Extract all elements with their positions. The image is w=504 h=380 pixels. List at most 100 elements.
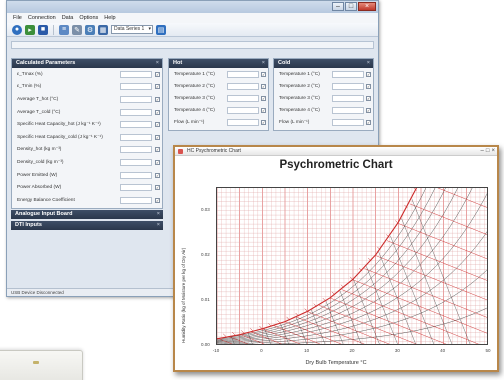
chart-plot-area[interactable] xyxy=(216,187,488,345)
parameter-label: ε_Tmin (%) xyxy=(17,84,42,90)
parameter-checkbox[interactable]: ✓ xyxy=(155,134,160,140)
parameter-value-field[interactable] xyxy=(120,133,152,141)
menu-data[interactable]: Data xyxy=(62,13,74,23)
minimize-button[interactable]: – xyxy=(332,2,344,11)
parameter-checkbox[interactable]: ✓ xyxy=(155,159,160,165)
parameter-checkbox[interactable]: ✓ xyxy=(155,71,160,77)
parameter-value-field[interactable] xyxy=(227,119,259,127)
table-icon[interactable]: ≡ xyxy=(59,24,69,35)
parameter-value-field[interactable] xyxy=(120,171,152,179)
settings-icon[interactable]: ✎ xyxy=(72,24,82,35)
y-tick-label: 0.03 xyxy=(201,206,210,212)
parameter-checkbox[interactable]: ✓ xyxy=(155,172,160,178)
maximize-button[interactable]: □ xyxy=(345,2,357,11)
parameter-label: Average T_cold (°C) xyxy=(17,109,61,115)
main-titlebar: – □ × xyxy=(7,1,378,13)
parameter-value-field[interactable] xyxy=(332,94,364,102)
parameter-value-field[interactable] xyxy=(227,82,259,90)
parameter-row: Temperature 2 (°C) ✓ xyxy=(169,80,268,92)
parameter-checkbox[interactable]: ✓ xyxy=(261,108,266,114)
parameter-value-field[interactable] xyxy=(332,70,364,78)
parameter-row: ε_Tmin (%) ✓ xyxy=(12,81,162,94)
close-button[interactable]: × xyxy=(358,2,376,11)
parameter-value-field[interactable] xyxy=(120,70,152,78)
parameter-value-field[interactable] xyxy=(332,107,364,115)
wet-bulb-line xyxy=(386,240,487,344)
close-button[interactable]: × xyxy=(491,148,495,154)
dti-inputs-panel[interactable]: DTI Inputs × xyxy=(11,221,163,230)
screenshot-stage: – □ × File Connection Data Options Help … xyxy=(0,0,504,380)
parameter-value-field[interactable] xyxy=(227,94,259,102)
parameter-checkbox[interactable]: ✓ xyxy=(366,95,371,101)
calculated-parameters-header[interactable]: Calculated Parameters × xyxy=(12,59,162,68)
x-tick-label: 0 xyxy=(260,348,263,353)
parameter-checkbox[interactable]: ✓ xyxy=(155,96,160,102)
parameter-value-field[interactable] xyxy=(120,95,152,103)
parameter-label: Specific Heat Capacity_cold (J kg⁻¹ K⁻¹) xyxy=(17,134,103,140)
parameter-checkbox[interactable]: ✓ xyxy=(155,197,160,203)
parameter-label: Temperature 1 (°C) xyxy=(279,71,320,77)
device-led xyxy=(33,361,39,364)
parameter-checkbox[interactable]: ✓ xyxy=(155,147,160,153)
parameter-label: Temperature 4 (°C) xyxy=(279,108,320,114)
enthalpy-scale-tick xyxy=(286,316,290,321)
parameter-value-field[interactable] xyxy=(120,108,152,116)
parameter-value-field[interactable] xyxy=(120,83,152,91)
menu-options[interactable]: Options xyxy=(79,13,98,23)
data-series-select[interactable]: Data Series 1 xyxy=(111,25,153,34)
settings-icon[interactable]: ⚙ xyxy=(85,24,95,35)
menu-file[interactable]: File xyxy=(13,13,22,23)
parameter-row: Energy Balance Coefficient ✓ xyxy=(12,194,162,207)
parameter-checkbox[interactable]: ✓ xyxy=(366,108,371,114)
open-icon[interactable]: ▸ xyxy=(25,24,35,35)
minimize-button[interactable]: – xyxy=(481,148,484,154)
parameter-value-field[interactable] xyxy=(332,119,364,127)
hot-panel-header[interactable]: Hot × xyxy=(169,59,268,68)
analogue-input-board-panel[interactable]: Analogue Input Board × xyxy=(11,210,163,219)
save-icon[interactable]: ■ xyxy=(38,24,48,35)
hot-panel: Hot × Temperature 1 (°C) ✓ Temperature 2 (°… xyxy=(168,58,269,131)
parameter-row: Specific Heat Capacity_cold (J kg⁻¹ K⁻¹)… xyxy=(12,131,162,144)
x-tick-label: 40 xyxy=(440,348,446,353)
parameter-label: ε_Tmax (%) xyxy=(17,71,43,77)
parameter-checkbox[interactable]: ✓ xyxy=(261,71,266,77)
parameter-checkbox[interactable]: ✓ xyxy=(261,83,266,89)
parameter-checkbox[interactable]: ✓ xyxy=(366,71,371,77)
parameter-row: Temperature 3 (°C) ✓ xyxy=(274,92,373,104)
panel-title: Analogue Input Board xyxy=(15,211,73,217)
enthalpy-scale-tick xyxy=(277,320,281,324)
chart-window: HC Psychrometric Chart – □ × Psychrometr… xyxy=(173,145,499,372)
menu-help[interactable]: Help xyxy=(104,13,115,23)
parameter-checkbox[interactable]: ✓ xyxy=(155,185,160,191)
x-tick-label: 10 xyxy=(304,348,310,353)
connect-icon[interactable]: ● xyxy=(12,24,22,35)
parameter-value-field[interactable] xyxy=(227,70,259,78)
parameter-value-field[interactable] xyxy=(332,82,364,90)
maximize-button[interactable]: □ xyxy=(486,148,490,154)
parameter-checkbox[interactable]: ✓ xyxy=(155,122,160,128)
parameter-value-field[interactable] xyxy=(120,146,152,154)
menu-connection[interactable]: Connection xyxy=(28,13,56,23)
panel-title: DTI Inputs xyxy=(15,222,42,228)
parameter-label: Density_cold (kg m⁻³) xyxy=(17,159,64,165)
parameter-label: Temperature 1 (°C) xyxy=(174,71,215,77)
panel-title: Calculated Parameters xyxy=(16,60,76,66)
parameter-value-field[interactable] xyxy=(120,196,152,204)
x-tick-label: 50 xyxy=(485,348,491,353)
chart-icon[interactable]: ▤ xyxy=(156,24,166,35)
parameter-label: Flow (L min⁻¹) xyxy=(174,120,205,126)
parameter-value-field[interactable] xyxy=(120,158,152,166)
parameter-checkbox[interactable]: ✓ xyxy=(261,95,266,101)
parameter-checkbox[interactable]: ✓ xyxy=(155,109,160,115)
grid-icon[interactable]: ▦ xyxy=(98,24,108,35)
parameter-checkbox[interactable]: ✓ xyxy=(366,83,371,89)
parameter-value-field[interactable] xyxy=(227,107,259,115)
cold-panel-header[interactable]: Cold × xyxy=(274,59,373,68)
chart-title: Psychrometric Chart xyxy=(279,159,393,171)
parameter-checkbox[interactable]: ✓ xyxy=(261,120,266,126)
parameter-checkbox[interactable]: ✓ xyxy=(366,120,371,126)
parameter-checkbox[interactable]: ✓ xyxy=(155,84,160,90)
y-axis-label: Humidity Ratio (kg of Moisture per kg of… xyxy=(181,247,186,343)
parameter-value-field[interactable] xyxy=(120,184,152,192)
parameter-value-field[interactable] xyxy=(120,121,152,129)
